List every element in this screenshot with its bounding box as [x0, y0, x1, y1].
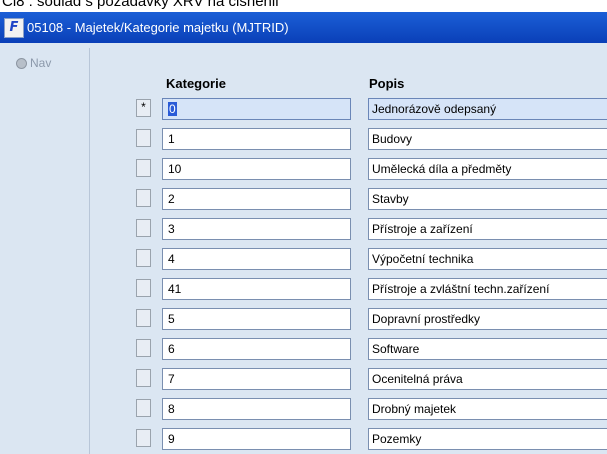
popis-field[interactable]: Umělecká díla a předměty — [368, 158, 607, 180]
nav-radio-option[interactable]: Nav — [16, 56, 51, 70]
popis-field[interactable]: Dopravní prostředky — [368, 308, 607, 330]
kategorie-field[interactable]: 8 — [162, 398, 351, 420]
row-selector[interactable] — [136, 129, 151, 147]
kategorie-field[interactable]: 4 — [162, 248, 351, 270]
kategorie-field[interactable]: 3 — [162, 218, 351, 240]
form-window: F 05108 - Majetek/Kategorie majetku (MJT… — [0, 12, 607, 454]
row-selector[interactable] — [136, 399, 151, 417]
kategorie-field[interactable]: 2 — [162, 188, 351, 210]
kategorie-field[interactable]: 5 — [162, 308, 351, 330]
kategorie-field[interactable]: 41 — [162, 278, 351, 300]
records-table: Kategorie Popis * 0 Jednorázově odepsaný 1 B… — [90, 48, 607, 454]
kategorie-field[interactable]: 9 — [162, 428, 351, 450]
row-selector[interactable] — [136, 369, 151, 387]
row-selector[interactable] — [136, 429, 151, 447]
radio-icon — [16, 57, 27, 69]
kategorie-field[interactable]: 1 — [162, 128, 351, 150]
app-icon: F — [4, 17, 24, 38]
column-header-kategorie: Kategorie — [166, 76, 226, 91]
table-row: 1 Budovy — [90, 128, 607, 150]
row-selector[interactable] — [136, 219, 151, 237]
row-selector[interactable] — [136, 189, 151, 207]
table-row: 8 Drobný majetek — [90, 398, 607, 420]
side-panel: Nav — [4, 48, 90, 454]
kategorie-field[interactable]: 6 — [162, 338, 351, 360]
row-selector[interactable] — [136, 309, 151, 327]
popis-field[interactable]: Přístroje a zařízení — [368, 218, 607, 240]
column-header-popis: Popis — [369, 76, 405, 91]
row-selector[interactable] — [136, 339, 151, 357]
popis-field[interactable]: Výpočetní technika — [368, 248, 607, 270]
nav-label: Nav — [30, 56, 52, 70]
row-selector[interactable] — [136, 249, 151, 267]
table-row: 5 Dopravní prostředky — [90, 308, 607, 330]
table-row: 4 Výpočetní technika — [90, 248, 607, 270]
popis-field[interactable]: Budovy — [368, 128, 607, 150]
table-row: 41 Přístroje a zvláštní techn.zařízení — [90, 278, 607, 300]
table-row: * 0 Jednorázově odepsaný — [90, 98, 607, 120]
popis-field[interactable]: Jednorázově odepsaný — [368, 98, 607, 120]
popis-field[interactable]: Drobný majetek — [368, 398, 607, 420]
row-selector[interactable] — [136, 279, 151, 297]
table-row: 7 Ocenitelná práva — [90, 368, 607, 390]
page-caption: Ci8 : soulad s pozadavky XRV na cisnenii — [2, 0, 279, 10]
kategorie-field[interactable]: 10 — [162, 158, 351, 180]
table-row: 10 Umělecká díla a předměty — [90, 158, 607, 180]
window-title: 05108 - Majetek/Kategorie majetku (MJTRI… — [27, 20, 289, 35]
title-bar: F 05108 - Majetek/Kategorie majetku (MJT… — [0, 12, 607, 43]
table-row: 2 Stavby — [90, 188, 607, 210]
table-row: 3 Přístroje a zařízení — [90, 218, 607, 240]
popis-field[interactable]: Ocenitelná práva — [368, 368, 607, 390]
row-selector[interactable] — [136, 159, 151, 177]
row-selector[interactable]: * — [136, 99, 151, 117]
popis-field[interactable]: Software — [368, 338, 607, 360]
popis-field[interactable]: Stavby — [368, 188, 607, 210]
kategorie-value: 0 — [168, 102, 177, 116]
table-row: 9 Pozemky — [90, 428, 607, 450]
popis-field[interactable]: Pozemky — [368, 428, 607, 450]
kategorie-field[interactable]: 0 — [162, 98, 351, 120]
kategorie-field[interactable]: 7 — [162, 368, 351, 390]
popis-field[interactable]: Přístroje a zvláštní techn.zařízení — [368, 278, 607, 300]
table-row: 6 Software — [90, 338, 607, 360]
